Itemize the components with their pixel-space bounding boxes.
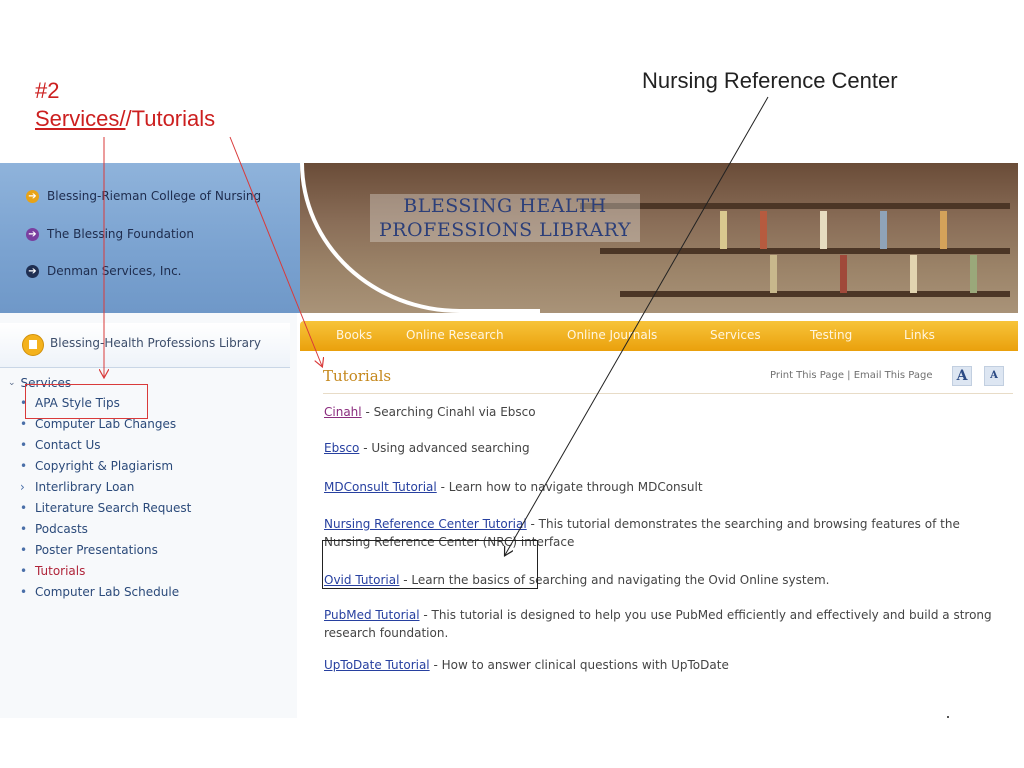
tutorial-link[interactable]: PubMed Tutorial bbox=[324, 608, 420, 622]
partner-link-label: The Blessing Foundation bbox=[47, 227, 194, 241]
callout-box-nrc bbox=[322, 540, 538, 589]
sidebar-item-label: Interlibrary Loan bbox=[35, 479, 135, 494]
partner-link-college[interactable]: ➔ Blessing-Rieman College of Nursing bbox=[26, 189, 261, 203]
annotation-nursing-reference-center: Nursing Reference Center bbox=[642, 68, 898, 93]
sidebar-item-podcasts[interactable]: • Podcasts bbox=[8, 518, 191, 539]
tutorial-link[interactable]: Ebsco bbox=[324, 441, 359, 455]
sidebar-item-label: Copyright & Plagiarism bbox=[35, 458, 174, 473]
sidebar-item-tutorials[interactable]: • Tutorials bbox=[8, 560, 191, 581]
font-size-large-button[interactable]: A bbox=[952, 366, 972, 386]
tutorial-item: MDConsult Tutorial - Learn how to naviga… bbox=[324, 478, 1009, 496]
sidebar-item-label: Computer Lab Schedule bbox=[35, 584, 180, 599]
tutorial-description: - This tutorial is designed to help you … bbox=[324, 608, 992, 640]
tutorial-link[interactable]: Nursing Reference Center Tutorial bbox=[324, 517, 527, 531]
library-home-link[interactable]: Blessing-Health Professions Library bbox=[0, 323, 290, 368]
partner-link-denman[interactable]: ➔ Denman Services, Inc. bbox=[26, 264, 181, 278]
annotation-services: Services/ bbox=[35, 106, 126, 131]
main-content: Tutorials Print This Page | Email This P… bbox=[300, 353, 1018, 718]
bullet-icon: • bbox=[20, 542, 28, 557]
library-home-label: Blessing-Health Professions Library bbox=[50, 336, 262, 350]
arrow-right-icon: ➔ bbox=[26, 227, 39, 241]
nav-services[interactable]: Services bbox=[710, 328, 761, 342]
nav-testing[interactable]: Testing bbox=[810, 328, 852, 342]
bullet-icon: • bbox=[20, 584, 28, 599]
annotation-red: #2 Services//Tutorials bbox=[35, 77, 215, 133]
chevron-down-icon: ⌄ bbox=[8, 378, 16, 388]
bullet-icon: • bbox=[20, 563, 28, 578]
tutorial-description: - Learn how to navigate through MDConsul… bbox=[436, 480, 703, 494]
arrow-right-icon: ➔ bbox=[26, 264, 39, 278]
partner-link-label: Denman Services, Inc. bbox=[47, 264, 182, 278]
title-divider bbox=[323, 393, 1013, 394]
tutorial-item: PubMed Tutorial - This tutorial is desig… bbox=[324, 606, 1009, 642]
sidebar-item-computer-lab-schedule[interactable]: • Computer Lab Schedule bbox=[8, 581, 191, 602]
partner-links-panel: ➔ Blessing-Rieman College of Nursing ➔ T… bbox=[0, 163, 300, 313]
sidebar-item-poster-presentations[interactable]: • Poster Presentations bbox=[8, 539, 191, 560]
sidebar-item-label: Tutorials bbox=[35, 563, 86, 578]
library-banner: BLESSING HEALTH PROFESSIONS LIBRARY bbox=[300, 163, 1018, 313]
annotation-step-number: #2 bbox=[35, 78, 60, 103]
sidebar-item-label: Podcasts bbox=[35, 521, 88, 536]
print-email-links[interactable]: Print This Page | Email This Page bbox=[770, 370, 932, 381]
banner-title: BLESSING HEALTH PROFESSIONS LIBRARY bbox=[370, 194, 640, 242]
bullet-icon: • bbox=[20, 500, 28, 515]
main-navigation: Books Online Research Online Journals Se… bbox=[300, 321, 1018, 351]
tutorial-item: Ebsco - Using advanced searching bbox=[324, 439, 1009, 457]
page-title: Tutorials bbox=[323, 367, 392, 385]
tutorial-link[interactable]: UpToDate Tutorial bbox=[324, 658, 430, 672]
annotation-tutorials: /Tutorials bbox=[125, 106, 216, 131]
sidebar-item-interlibrary-loan[interactable]: › Interlibrary Loan bbox=[8, 476, 191, 497]
sidebar-item-literature-search-request[interactable]: • Literature Search Request bbox=[8, 497, 191, 518]
tutorial-description: - Using advanced searching bbox=[359, 441, 530, 455]
callout-box-apa bbox=[25, 384, 148, 419]
tutorial-description: - Searching Cinahl via Ebsco bbox=[361, 405, 536, 419]
sidebar-item-copyright-plagiarism[interactable]: • Copyright & Plagiarism bbox=[8, 455, 191, 476]
sidebar-item-contact-us[interactable]: • Contact Us bbox=[8, 434, 191, 455]
nav-online-journals[interactable]: Online Journals bbox=[567, 328, 657, 342]
partner-link-foundation[interactable]: ➔ The Blessing Foundation bbox=[26, 227, 194, 241]
nav-books[interactable]: Books bbox=[336, 328, 372, 342]
nav-links[interactable]: Links bbox=[904, 328, 935, 342]
sidebar-item-label: Contact Us bbox=[35, 437, 101, 452]
bullet-icon: › bbox=[20, 479, 25, 494]
arrow-right-icon: ➔ bbox=[26, 189, 39, 203]
nav-online-research[interactable]: Online Research bbox=[406, 328, 504, 342]
bullet-icon: • bbox=[20, 521, 28, 536]
website-screenshot: ➔ Blessing-Rieman College of Nursing ➔ T… bbox=[0, 163, 1018, 718]
sidebar-item-label: Literature Search Request bbox=[35, 500, 192, 515]
sidebar-item-label: Poster Presentations bbox=[35, 542, 158, 557]
tutorial-description: - How to answer clinical questions with … bbox=[429, 658, 729, 672]
bullet-icon: • bbox=[20, 458, 28, 473]
tutorial-item: Cinahl - Searching Cinahl via Ebsco bbox=[324, 403, 1009, 421]
home-icon bbox=[22, 334, 44, 356]
tutorial-item: UpToDate Tutorial - How to answer clinic… bbox=[324, 656, 1009, 674]
annotation-path: Services//Tutorials bbox=[35, 105, 215, 133]
partner-link-label: Blessing-Rieman College of Nursing bbox=[47, 189, 262, 203]
font-size-small-button[interactable]: A bbox=[984, 366, 1004, 386]
tutorial-link[interactable]: MDConsult Tutorial bbox=[324, 480, 437, 494]
bullet-icon: • bbox=[20, 437, 28, 452]
tutorial-link[interactable]: Cinahl bbox=[324, 405, 362, 419]
